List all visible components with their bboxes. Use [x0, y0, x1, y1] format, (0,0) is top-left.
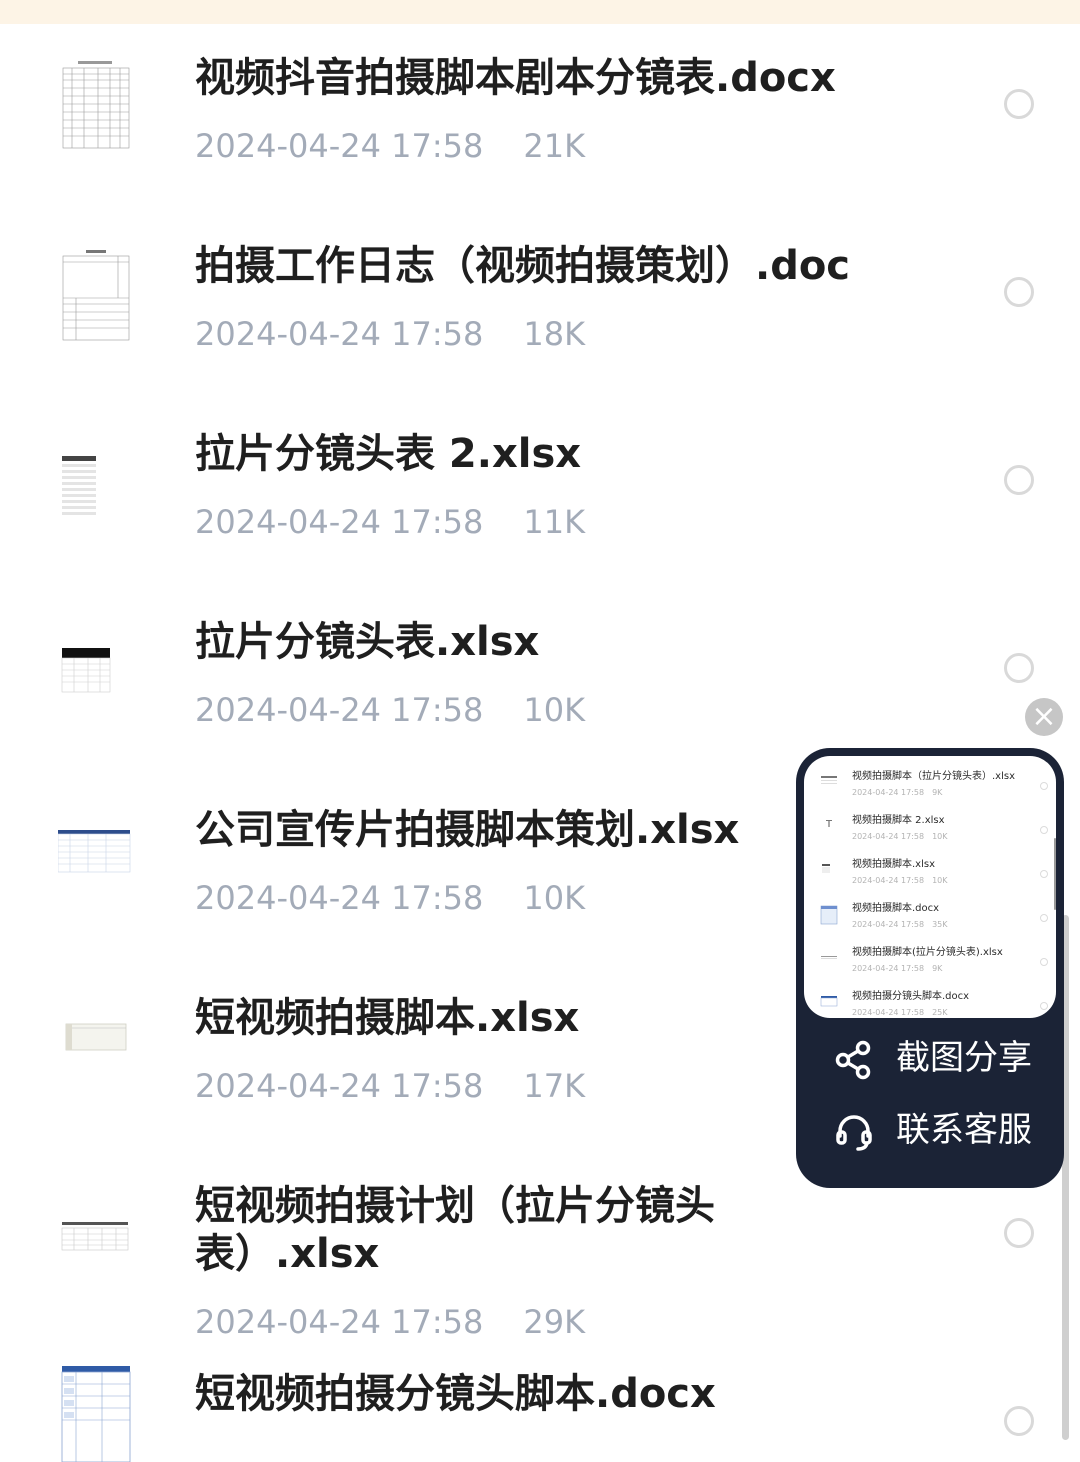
- preview-file-name: 视频拍摄脚本 2.xlsx: [852, 815, 945, 826]
- file-size: 18K: [523, 315, 586, 353]
- sheet-thumbnail-icon: [821, 776, 837, 784]
- file-size: 10K: [523, 691, 586, 729]
- preview-radio: [1040, 782, 1048, 790]
- file-size: 11K: [523, 503, 586, 541]
- file-date: 2024-04-24 17:58: [195, 1303, 484, 1341]
- preview-radio: [1040, 826, 1048, 834]
- file-name: 拉片分镜头表 2.xlsx: [195, 431, 582, 477]
- preview-list-item: 视频拍摄脚本 2.xlsx 2024-04-24 17:58 10K: [804, 810, 1056, 854]
- file-row[interactable]: 视频抖音拍摄脚本剧本分镜表.docx 2024-04-24 17:58 21K: [0, 28, 1080, 216]
- select-radio[interactable]: [1004, 465, 1034, 495]
- file-name: 短视频拍摄计划（拉片分镜头表）.xlsx: [195, 1183, 715, 1277]
- file-size: 29K: [523, 1303, 586, 1341]
- sheet-thumbnail-icon: [826, 820, 832, 827]
- preview-radio: [1040, 914, 1048, 922]
- screenshot-share-label: 截图分享: [896, 1038, 1032, 1078]
- sheet-thumbnail-icon: [61, 1222, 129, 1251]
- file-name: 公司宣传片拍摄脚本策划.xlsx: [195, 807, 740, 853]
- contact-support-button[interactable]: 联系客服: [834, 1106, 1054, 1156]
- preview-file-meta: 2024-04-24 17:58 10K: [852, 832, 948, 841]
- select-radio[interactable]: [1004, 277, 1034, 307]
- preview-file-name: 视频拍摄脚本(拉片分镜头表).xlsx: [852, 947, 1003, 958]
- sheet-thumbnail-icon: [62, 456, 96, 515]
- file-row[interactable]: 拉片分镜头表 2.xlsx 2024-04-24 17:58 11K: [0, 404, 1080, 592]
- doc-thumbnail-icon: [820, 996, 838, 1007]
- preview-file-meta: 2024-04-24 17:58 9K: [852, 788, 943, 797]
- preview-file-name: 视频拍摄脚本（拉片分镜头表）.xlsx: [852, 771, 1016, 782]
- sheet-dark-header-thumbnail-icon: [61, 648, 111, 693]
- preview-list-item: 视频拍摄分镜头脚本.docx 2024-04-24 17:58 25K: [804, 986, 1056, 1018]
- file-meta: 2024-04-24 17:58 21K: [195, 126, 585, 166]
- doc-table-thumbnail-icon: [62, 58, 130, 150]
- file-date: 2024-04-24 17:58: [195, 691, 484, 729]
- screenshot-preview[interactable]: 视频拍摄脚本（拉片分镜头表）.xlsx 2024-04-24 17:58 9K 视…: [804, 756, 1056, 1018]
- preview-list-item: 视频拍摄脚本（拉片分镜头表）.xlsx 2024-04-24 17:58 9K: [804, 766, 1056, 810]
- file-name: 短视频拍摄分镜头脚本.docx: [195, 1371, 716, 1417]
- file-name: 拉片分镜头表.xlsx: [195, 619, 540, 665]
- preview-file-meta: 2024-04-24 17:58 10K: [852, 876, 948, 885]
- preview-list-item: 视频拍摄脚本.xlsx 2024-04-24 17:58 10K: [804, 854, 1056, 898]
- preview-radio: [1040, 958, 1048, 966]
- file-meta: 2024-04-24 17:58 10K: [195, 878, 585, 918]
- preview-file-name: 视频拍摄脚本.docx: [852, 903, 940, 914]
- file-meta: 2024-04-24 17:58 10K: [195, 690, 585, 730]
- file-row[interactable]: 短视频拍摄分镜头脚本.docx: [0, 1344, 1080, 1462]
- preview-file-name: 视频拍摄脚本.xlsx: [852, 859, 936, 870]
- file-date: 2024-04-24 17:58: [195, 503, 484, 541]
- sheet-thumbnail-icon: [822, 864, 830, 873]
- screenshot-share-button[interactable]: 截图分享: [834, 1034, 1054, 1084]
- sheet-thumbnail-icon: [821, 956, 837, 959]
- file-name: 短视频拍摄脚本.xlsx: [195, 995, 580, 1041]
- select-radio[interactable]: [1004, 1406, 1034, 1436]
- preview-file-name: 视频拍摄分镜头脚本.docx: [852, 991, 970, 1002]
- close-icon[interactable]: ×: [1025, 698, 1063, 736]
- share-icon: [835, 1040, 871, 1080]
- file-date: 2024-04-24 17:58: [195, 315, 484, 353]
- doc-thumbnail-icon: [820, 905, 838, 925]
- file-row[interactable]: 拍摄工作日志（视频拍摄策划）.doc 2024-04-24 17:58 18K: [0, 216, 1080, 404]
- preview-file-meta: 2024-04-24 17:58 9K: [852, 964, 943, 973]
- file-size: 10K: [523, 879, 586, 917]
- file-size: 21K: [523, 127, 586, 165]
- contact-support-label: 联系客服: [896, 1110, 1032, 1150]
- select-radio[interactable]: [1004, 653, 1034, 683]
- preview-file-meta: 2024-04-24 17:58 35K: [852, 920, 948, 929]
- preview-scrollbar: [1054, 838, 1056, 910]
- screenshot-share-panel: 视频拍摄脚本（拉片分镜头表）.xlsx 2024-04-24 17:58 9K 视…: [796, 748, 1064, 1188]
- select-radio[interactable]: [1004, 89, 1034, 119]
- file-name: 拍摄工作日志（视频拍摄策划）.doc: [195, 243, 851, 289]
- headset-icon: [836, 1115, 872, 1151]
- doc-blue-table-thumbnail-icon: [61, 1366, 131, 1462]
- preview-list-item: 视频拍摄脚本.docx 2024-04-24 17:58 35K: [804, 898, 1056, 942]
- file-date: 2024-04-24 17:58: [195, 879, 484, 917]
- file-meta: 2024-04-24 17:58 17K: [195, 1066, 585, 1106]
- select-radio[interactable]: [1004, 1218, 1034, 1248]
- top-banner-strip: [0, 0, 1080, 24]
- preview-radio: [1040, 1002, 1048, 1010]
- file-name: 视频抖音拍摄脚本剧本分镜表.docx: [195, 55, 836, 101]
- file-size: 17K: [523, 1067, 586, 1105]
- sheet-blue-header-thumbnail-icon: [58, 830, 131, 873]
- preview-radio: [1040, 870, 1048, 878]
- file-meta: 2024-04-24 17:58 11K: [195, 502, 585, 542]
- doc-form-thumbnail-icon: [62, 246, 130, 341]
- file-meta: 2024-04-24 17:58 18K: [195, 314, 585, 354]
- file-date: 2024-04-24 17:58: [195, 127, 484, 165]
- sheet-small-thumbnail-icon: [65, 1023, 127, 1051]
- preview-file-meta: 2024-04-24 17:58 25K: [852, 1008, 948, 1017]
- file-meta: 2024-04-24 17:58 29K: [195, 1302, 585, 1342]
- file-date: 2024-04-24 17:58: [195, 1067, 484, 1105]
- preview-list-item: 视频拍摄脚本(拉片分镜头表).xlsx 2024-04-24 17:58 9K: [804, 942, 1056, 986]
